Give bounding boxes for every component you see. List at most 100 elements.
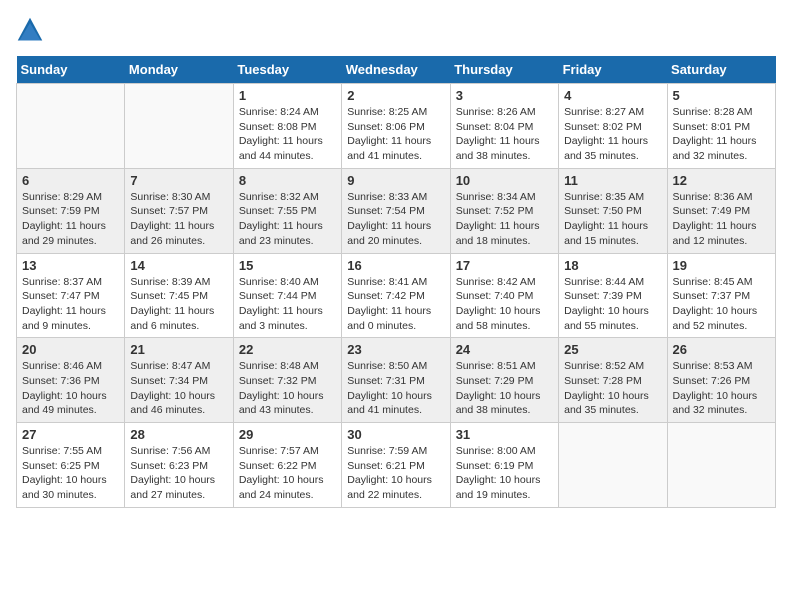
calendar-cell: 14 Sunrise: 8:39 AM Sunset: 7:45 PM Dayli…: [125, 253, 233, 338]
day-number: 9: [347, 173, 444, 188]
day-info: Sunrise: 8:30 AM Sunset: 7:57 PM Dayligh…: [130, 190, 227, 249]
day-info: Sunrise: 8:45 AM Sunset: 7:37 PM Dayligh…: [673, 275, 770, 334]
calendar-cell: 19 Sunrise: 8:45 AM Sunset: 7:37 PM Dayli…: [667, 253, 775, 338]
page-header: [16, 16, 776, 44]
day-info: Sunrise: 8:51 AM Sunset: 7:29 PM Dayligh…: [456, 359, 553, 418]
day-info: Sunrise: 8:25 AM Sunset: 8:06 PM Dayligh…: [347, 105, 444, 164]
day-info: Sunrise: 8:48 AM Sunset: 7:32 PM Dayligh…: [239, 359, 336, 418]
calendar-cell: 13 Sunrise: 8:37 AM Sunset: 7:47 PM Dayli…: [17, 253, 125, 338]
calendar-cell: [559, 423, 667, 508]
weekday-header-tuesday: Tuesday: [233, 56, 341, 84]
day-number: 14: [130, 258, 227, 273]
calendar-cell: 28 Sunrise: 7:56 AM Sunset: 6:23 PM Dayli…: [125, 423, 233, 508]
calendar-cell: 12 Sunrise: 8:36 AM Sunset: 7:49 PM Dayli…: [667, 168, 775, 253]
day-info: Sunrise: 8:33 AM Sunset: 7:54 PM Dayligh…: [347, 190, 444, 249]
week-row-2: 6 Sunrise: 8:29 AM Sunset: 7:59 PM Daylig…: [17, 168, 776, 253]
weekday-header-monday: Monday: [125, 56, 233, 84]
day-info: Sunrise: 7:59 AM Sunset: 6:21 PM Dayligh…: [347, 444, 444, 503]
calendar-cell: 3 Sunrise: 8:26 AM Sunset: 8:04 PM Daylig…: [450, 84, 558, 169]
day-number: 26: [673, 342, 770, 357]
day-number: 5: [673, 88, 770, 103]
calendar-cell: 16 Sunrise: 8:41 AM Sunset: 7:42 PM Dayli…: [342, 253, 450, 338]
day-info: Sunrise: 8:46 AM Sunset: 7:36 PM Dayligh…: [22, 359, 119, 418]
day-info: Sunrise: 7:56 AM Sunset: 6:23 PM Dayligh…: [130, 444, 227, 503]
calendar-cell: 11 Sunrise: 8:35 AM Sunset: 7:50 PM Dayli…: [559, 168, 667, 253]
calendar-cell: 17 Sunrise: 8:42 AM Sunset: 7:40 PM Dayli…: [450, 253, 558, 338]
day-number: 23: [347, 342, 444, 357]
day-number: 31: [456, 427, 553, 442]
day-info: Sunrise: 8:42 AM Sunset: 7:40 PM Dayligh…: [456, 275, 553, 334]
week-row-5: 27Sunrise: 7:55 AM Sunset: 6:25 PM Dayli…: [17, 423, 776, 508]
day-info: Sunrise: 8:34 AM Sunset: 7:52 PM Dayligh…: [456, 190, 553, 249]
day-info: Sunrise: 8:26 AM Sunset: 8:04 PM Dayligh…: [456, 105, 553, 164]
calendar-cell: [667, 423, 775, 508]
day-number: 21: [130, 342, 227, 357]
week-row-3: 13 Sunrise: 8:37 AM Sunset: 7:47 PM Dayli…: [17, 253, 776, 338]
calendar-cell: 20 Sunrise: 8:46 AM Sunset: 7:36 PM Dayli…: [17, 338, 125, 423]
day-number: 17: [456, 258, 553, 273]
day-number: 13: [22, 258, 119, 273]
logo: [16, 16, 48, 44]
calendar-cell: 26 Sunrise: 8:53 AM Sunset: 7:26 PM Dayli…: [667, 338, 775, 423]
calendar-cell: [17, 84, 125, 169]
calendar-cell: 27Sunrise: 7:55 AM Sunset: 6:25 PM Dayli…: [17, 423, 125, 508]
day-info: Sunrise: 8:40 AM Sunset: 7:44 PM Dayligh…: [239, 275, 336, 334]
day-number: 29: [239, 427, 336, 442]
day-number: 24: [456, 342, 553, 357]
day-number: 1: [239, 88, 336, 103]
calendar-cell: 8 Sunrise: 8:32 AM Sunset: 7:55 PM Daylig…: [233, 168, 341, 253]
day-info: Sunrise: 8:00 AM Sunset: 6:19 PM Dayligh…: [456, 444, 553, 503]
day-info: Sunrise: 8:37 AM Sunset: 7:47 PM Dayligh…: [22, 275, 119, 334]
day-info: Sunrise: 8:24 AM Sunset: 8:08 PM Dayligh…: [239, 105, 336, 164]
day-number: 12: [673, 173, 770, 188]
day-info: Sunrise: 8:52 AM Sunset: 7:28 PM Dayligh…: [564, 359, 661, 418]
day-info: Sunrise: 8:41 AM Sunset: 7:42 PM Dayligh…: [347, 275, 444, 334]
day-number: 16: [347, 258, 444, 273]
weekday-header-sunday: Sunday: [17, 56, 125, 84]
day-info: Sunrise: 8:44 AM Sunset: 7:39 PM Dayligh…: [564, 275, 661, 334]
day-info: Sunrise: 8:35 AM Sunset: 7:50 PM Dayligh…: [564, 190, 661, 249]
day-number: 2: [347, 88, 444, 103]
day-info: Sunrise: 8:36 AM Sunset: 7:49 PM Dayligh…: [673, 190, 770, 249]
calendar-cell: 21 Sunrise: 8:47 AM Sunset: 7:34 PM Dayli…: [125, 338, 233, 423]
calendar-cell: 9 Sunrise: 8:33 AM Sunset: 7:54 PM Daylig…: [342, 168, 450, 253]
day-number: 11: [564, 173, 661, 188]
day-info: Sunrise: 7:57 AM Sunset: 6:22 PM Dayligh…: [239, 444, 336, 503]
week-row-4: 20 Sunrise: 8:46 AM Sunset: 7:36 PM Dayli…: [17, 338, 776, 423]
logo-icon: [16, 16, 44, 44]
calendar-cell: 10 Sunrise: 8:34 AM Sunset: 7:52 PM Dayli…: [450, 168, 558, 253]
day-number: 19: [673, 258, 770, 273]
day-info: Sunrise: 8:32 AM Sunset: 7:55 PM Dayligh…: [239, 190, 336, 249]
weekday-header-friday: Friday: [559, 56, 667, 84]
week-row-1: 1 Sunrise: 8:24 AM Sunset: 8:08 PM Daylig…: [17, 84, 776, 169]
calendar-cell: 18 Sunrise: 8:44 AM Sunset: 7:39 PM Dayli…: [559, 253, 667, 338]
calendar-cell: 15 Sunrise: 8:40 AM Sunset: 7:44 PM Dayli…: [233, 253, 341, 338]
day-number: 30: [347, 427, 444, 442]
day-info: Sunrise: 8:47 AM Sunset: 7:34 PM Dayligh…: [130, 359, 227, 418]
day-info: Sunrise: 8:29 AM Sunset: 7:59 PM Dayligh…: [22, 190, 119, 249]
calendar-cell: 23Sunrise: 8:50 AM Sunset: 7:31 PM Dayli…: [342, 338, 450, 423]
weekday-header-saturday: Saturday: [667, 56, 775, 84]
calendar-cell: 29 Sunrise: 7:57 AM Sunset: 6:22 PM Dayli…: [233, 423, 341, 508]
day-number: 18: [564, 258, 661, 273]
day-info: Sunrise: 8:53 AM Sunset: 7:26 PM Dayligh…: [673, 359, 770, 418]
day-number: 15: [239, 258, 336, 273]
weekday-header-wednesday: Wednesday: [342, 56, 450, 84]
calendar-cell: 30 Sunrise: 7:59 AM Sunset: 6:21 PM Dayli…: [342, 423, 450, 508]
calendar-cell: 6 Sunrise: 8:29 AM Sunset: 7:59 PM Daylig…: [17, 168, 125, 253]
day-number: 4: [564, 88, 661, 103]
day-number: 8: [239, 173, 336, 188]
day-number: 28: [130, 427, 227, 442]
day-number: 22: [239, 342, 336, 357]
calendar-table: SundayMondayTuesdayWednesdayThursdayFrid…: [16, 56, 776, 508]
day-number: 10: [456, 173, 553, 188]
day-number: 20: [22, 342, 119, 357]
calendar-cell: 31 Sunrise: 8:00 AM Sunset: 6:19 PM Dayli…: [450, 423, 558, 508]
calendar-cell: 22 Sunrise: 8:48 AM Sunset: 7:32 PM Dayli…: [233, 338, 341, 423]
day-number: 27: [22, 427, 119, 442]
day-number: 6: [22, 173, 119, 188]
calendar-cell: 2 Sunrise: 8:25 AM Sunset: 8:06 PM Daylig…: [342, 84, 450, 169]
calendar-cell: [125, 84, 233, 169]
day-number: 3: [456, 88, 553, 103]
day-info: Sunrise: 8:39 AM Sunset: 7:45 PM Dayligh…: [130, 275, 227, 334]
